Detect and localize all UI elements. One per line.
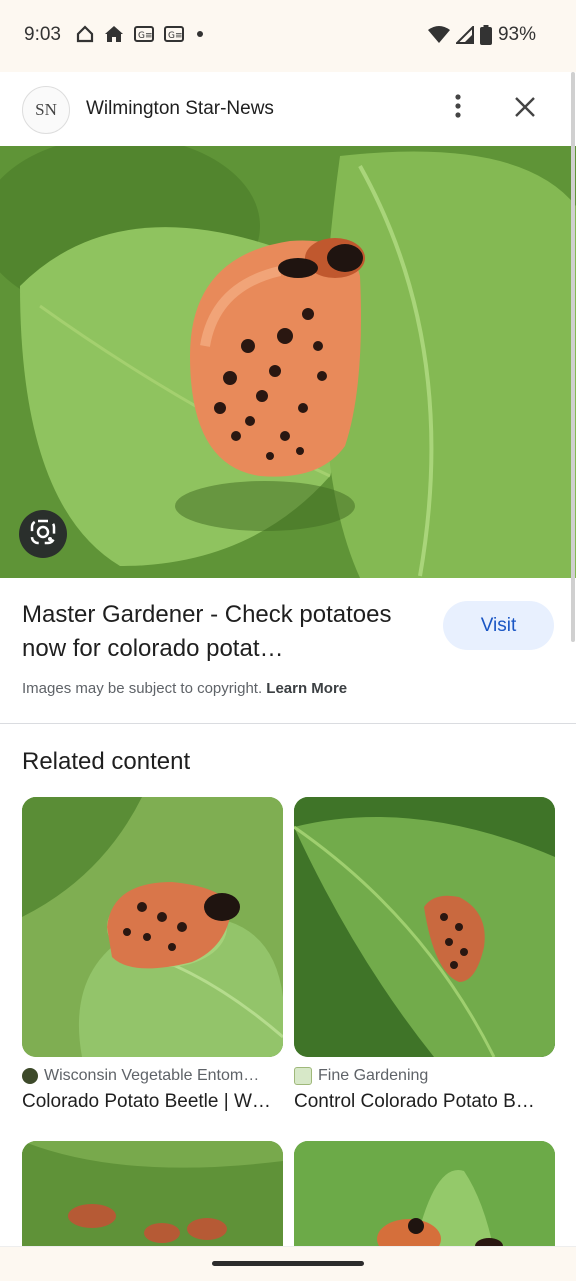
related-source-name: Fine Gardening (318, 1067, 429, 1084)
more-options-button[interactable] (446, 92, 470, 124)
related-thumbnail[interactable] (22, 1141, 283, 1251)
related-thumbnail[interactable] (294, 797, 555, 1057)
status-time: 9:03 (24, 24, 61, 45)
close-button[interactable] (510, 94, 540, 124)
system-icons: 93% (427, 24, 536, 46)
related-source: Fine Gardening (294, 1067, 555, 1085)
copyright-notice: Images may be subject to copyright. Lear… (22, 680, 347, 697)
related-card[interactable]: Wisconsin Vegetable Entom… Colorado Pota… (22, 797, 283, 1113)
visit-button[interactable]: Visit (443, 601, 554, 650)
result-title-block: Master Gardener - Check potatoes now for… (22, 598, 422, 666)
main-image[interactable] (0, 146, 576, 578)
related-thumbnail[interactable] (294, 1141, 555, 1251)
svg-text:G≡: G≡ (138, 31, 153, 41)
site-name[interactable]: Wilmington Star-News (86, 98, 274, 120)
beetle-larva-image (0, 146, 576, 578)
dot-icon (194, 28, 206, 40)
beetle-thumbnail-image (294, 797, 555, 1057)
related-heading: Related content (22, 748, 191, 775)
notification-icons: G≡ G≡ (76, 25, 206, 43)
divider (0, 723, 576, 724)
gmail-icon: G≡ (164, 26, 184, 42)
beetle-thumbnail-image (294, 1141, 555, 1251)
battery-icon (479, 25, 492, 45)
beetle-thumbnail-image (22, 1141, 283, 1251)
result-title[interactable]: Master Gardener - Check potatoes now for… (22, 598, 422, 666)
learn-more-link[interactable]: Learn More (266, 680, 347, 697)
related-thumbnail[interactable] (22, 797, 283, 1057)
viewer-header: SN Wilmington Star-News (0, 72, 576, 146)
home-gesture-handle[interactable] (212, 1261, 364, 1266)
battery-level: 93% (497, 24, 536, 45)
site-favicon-icon (22, 1068, 38, 1084)
copyright-text: Images may be subject to copyright. (22, 680, 263, 697)
gmail-icon: G≡ (134, 26, 154, 42)
google-lens-button[interactable] (19, 510, 67, 558)
related-source-name: Wisconsin Vegetable Entom… (44, 1067, 260, 1084)
site-avatar[interactable]: SN (22, 86, 70, 134)
related-title[interactable]: Control Colorado Potato B… (294, 1091, 555, 1113)
related-card[interactable]: Fine Gardening Control Colorado Potato B… (294, 797, 555, 1113)
related-title[interactable]: Colorado Potato Beetle | W… (22, 1091, 283, 1113)
signal-icon (455, 26, 474, 44)
beetle-thumbnail-image (22, 797, 283, 1057)
wifi-icon (427, 26, 450, 44)
related-source: Wisconsin Vegetable Entom… (22, 1067, 283, 1085)
lens-icon (30, 519, 56, 550)
close-icon (514, 96, 536, 123)
site-favicon-icon (294, 1067, 312, 1085)
status-bar: 9:03 G≡ G≡ 93% (0, 0, 576, 72)
svg-text:G≡: G≡ (168, 31, 183, 41)
navigation-bar (0, 1246, 576, 1281)
more-vert-icon (455, 93, 461, 123)
scrollbar[interactable] (571, 72, 575, 642)
home-icon (104, 25, 124, 43)
home-outline-icon (76, 25, 94, 43)
